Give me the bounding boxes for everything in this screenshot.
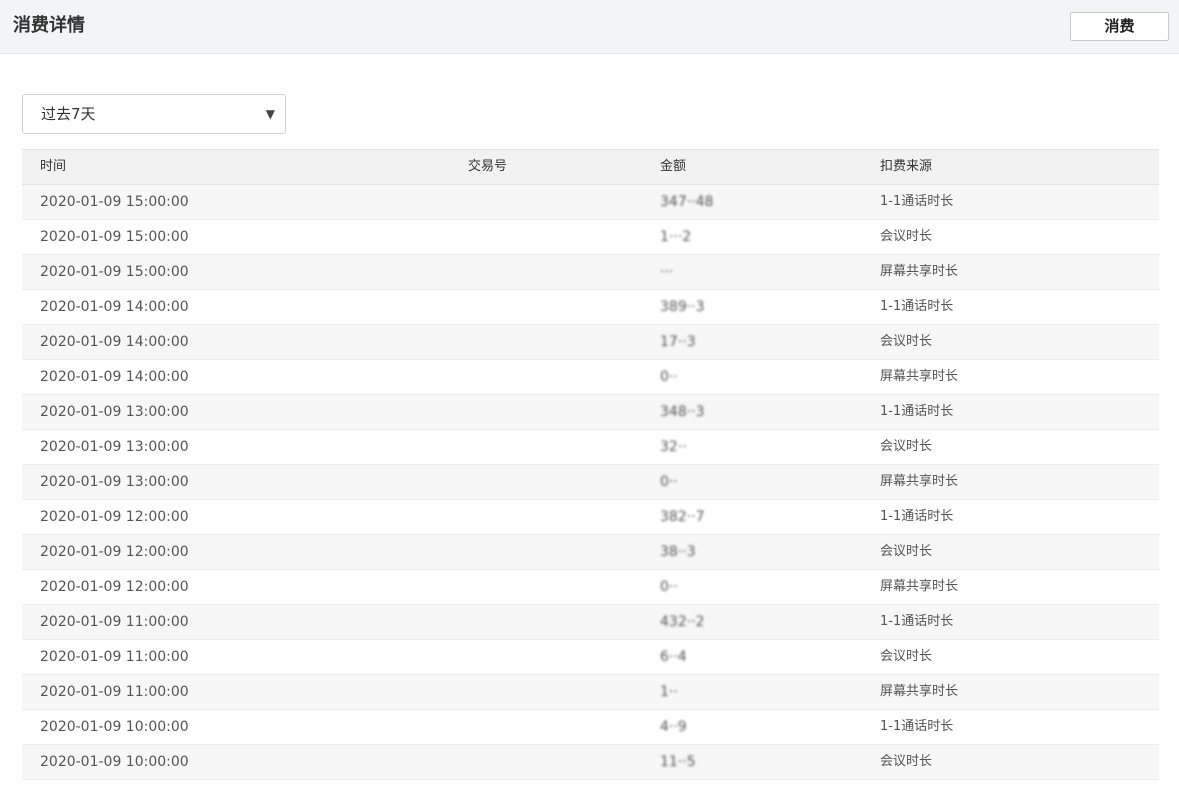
table-row: 2020-01-09 11:00:00 432··2 1-1通话时长 [22,605,1159,640]
table-row: 2020-01-09 11:00:00 1·· 屏幕共享时长 [22,675,1159,710]
cell-amount: 32·· [660,439,687,455]
table-row: 2020-01-09 15:00:00 1···2 会议时长 [22,220,1159,255]
table-row: 2020-01-09 14:00:00 389··3 1-1通话时长 [22,290,1159,325]
cell-time: 2020-01-09 12:00:00 [40,544,189,560]
table-header: 时间 交易号 金额 扣费来源 [22,149,1159,185]
cell-time: 2020-01-09 10:00:00 [40,754,189,770]
cell-amount: 38··3 [660,544,696,560]
cell-amount: 347··48 [660,194,714,210]
cell-source: 1-1通话时长 [880,194,954,209]
cell-time: 2020-01-09 14:00:00 [40,334,189,350]
cell-source: 1-1通话时长 [880,299,954,314]
cell-amount: 11··5 [660,754,696,770]
date-range-select[interactable]: 过去7天 ▼ [22,94,286,134]
cell-amount: 0·· [660,474,678,490]
cell-source: 屏幕共享时长 [880,684,959,699]
cell-time: 2020-01-09 12:00:00 [40,509,189,525]
cell-amount: 382··7 [660,509,705,525]
cell-amount: 432··2 [660,614,705,630]
cell-source: 屏幕共享时长 [880,579,959,594]
cell-source: 1-1通话时长 [880,614,954,629]
cell-amount: 0·· [660,579,678,595]
cell-amount: 17··3 [660,334,696,350]
cell-source: 1-1通话时长 [880,719,954,734]
table-row: 2020-01-09 10:00:00 11··5 会议时长 [22,745,1159,780]
table-row: 2020-01-09 14:00:00 0·· 屏幕共享时长 [22,360,1159,395]
cell-time: 2020-01-09 10:00:00 [40,719,189,735]
column-header-source: 扣费来源 [880,159,933,174]
cell-amount: 1···2 [660,229,692,245]
table-row: 2020-01-09 14:00:00 17··3 会议时长 [22,325,1159,360]
cell-time: 2020-01-09 15:00:00 [40,229,189,245]
cell-amount: 389··3 [660,299,705,315]
cell-time: 2020-01-09 11:00:00 [40,649,189,665]
table-row: 2020-01-09 12:00:00 0·· 屏幕共享时长 [22,570,1159,605]
cell-source: 屏幕共享时长 [880,264,959,279]
cell-source: 会议时长 [880,754,933,769]
cell-time: 2020-01-09 13:00:00 [40,474,189,490]
table-row: 2020-01-09 15:00:00 ··· 屏幕共享时长 [22,255,1159,290]
cell-time: 2020-01-09 14:00:00 [40,369,189,385]
cell-source: 会议时长 [880,649,933,664]
table-row: 2020-01-09 13:00:00 32·· 会议时长 [22,430,1159,465]
table-row: 2020-01-09 13:00:00 348··3 1-1通话时长 [22,395,1159,430]
cell-amount: ··· [660,264,674,280]
cell-time: 2020-01-09 13:00:00 [40,404,189,420]
cell-source: 会议时长 [880,334,933,349]
cell-time: 2020-01-09 15:00:00 [40,194,189,210]
column-header-transaction-id: 交易号 [468,159,508,174]
page-header: 消费详情 消费 [0,0,1179,54]
table-body: 2020-01-09 15:00:00 347··48 1-1通话时长 2020-01… [22,185,1159,780]
cell-source: 屏幕共享时长 [880,474,959,489]
cell-source: 1-1通话时长 [880,509,954,524]
cell-source: 会议时长 [880,439,933,454]
cell-time: 2020-01-09 13:00:00 [40,439,189,455]
column-header-amount: 金额 [660,159,687,174]
cell-time: 2020-01-09 11:00:00 [40,684,189,700]
cell-time: 2020-01-09 14:00:00 [40,299,189,315]
cell-source: 屏幕共享时长 [880,369,959,384]
column-header-time: 时间 [40,159,67,174]
cell-amount: 0·· [660,369,678,385]
cell-source: 1-1通话时长 [880,404,954,419]
cell-time: 2020-01-09 11:00:00 [40,614,189,630]
page-title: 消费详情 [13,15,85,36]
cell-time: 2020-01-09 15:00:00 [40,264,189,280]
table-row: 2020-01-09 10:00:00 4··9 1-1通话时长 [22,710,1159,745]
consume-button[interactable]: 消费 [1070,12,1169,41]
table-row: 2020-01-09 12:00:00 382··7 1-1通话时长 [22,500,1159,535]
cell-source: 会议时长 [880,229,933,244]
table-row: 2020-01-09 12:00:00 38··3 会议时长 [22,535,1159,570]
cell-time: 2020-01-09 12:00:00 [40,579,189,595]
cell-amount: 348··3 [660,404,705,420]
cell-source: 会议时长 [880,544,933,559]
consumption-table: 时间 交易号 金额 扣费来源 2020-01-09 15:00:00 347··4… [22,149,1159,780]
date-range-value: 过去7天 [41,105,96,123]
cell-amount: 1·· [660,684,678,700]
table-row: 2020-01-09 15:00:00 347··48 1-1通话时长 [22,185,1159,220]
table-row: 2020-01-09 11:00:00 6··4 会议时长 [22,640,1159,675]
table-row: 2020-01-09 13:00:00 0·· 屏幕共享时长 [22,465,1159,500]
cell-amount: 6··4 [660,649,687,665]
cell-amount: 4··9 [660,719,687,735]
caret-down-icon: ▼ [265,107,275,121]
